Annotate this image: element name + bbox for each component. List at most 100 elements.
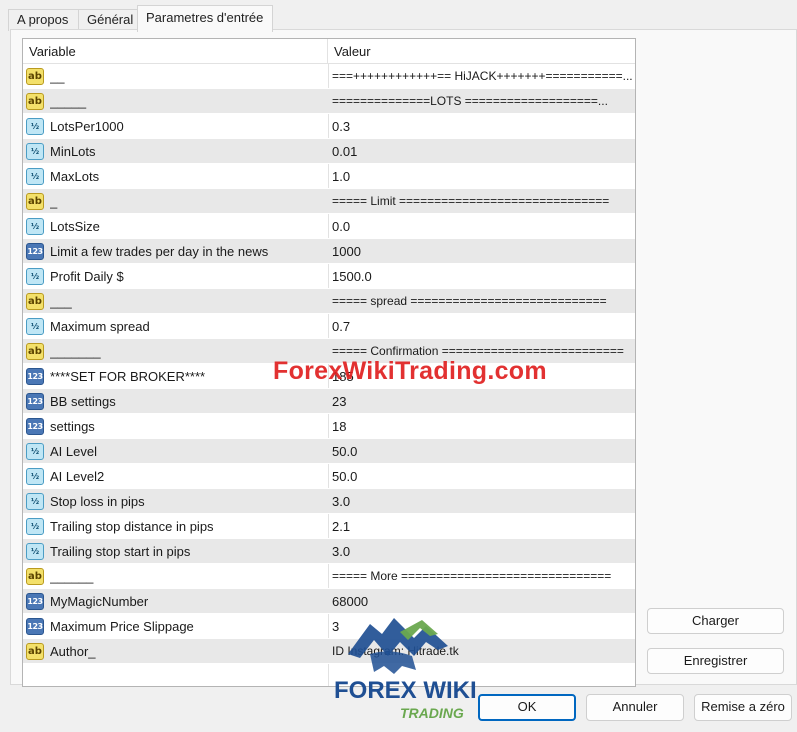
double-type-icon: ½ [26, 268, 44, 285]
parameter-name: Maximum spread [50, 319, 150, 334]
ok-button[interactable]: OK [478, 694, 576, 721]
parameter-value[interactable]: 0.01 [332, 139, 632, 164]
table-row[interactable]: 123 MyMagicNumber 68000 [23, 589, 635, 614]
integer-type-icon: 123 [26, 593, 44, 610]
parameter-name: Trailing stop distance in pips [50, 519, 214, 534]
table-row[interactable]: ½ MaxLots 1.0 [23, 164, 635, 189]
tab-general[interactable]: Général [78, 9, 138, 31]
table-row[interactable]: ½ LotsSize 0.0 [23, 214, 635, 239]
parameter-value[interactable]: 3.0 [332, 489, 632, 514]
parameter-name: _ [50, 194, 58, 209]
parameter-value[interactable]: ===== spread ===========================… [332, 289, 632, 314]
parameter-value[interactable]: 3.0 [332, 539, 632, 564]
string-type-icon: ab [26, 93, 44, 110]
tab-input-parameters[interactable]: Parametres d'entrée [137, 5, 273, 32]
parameter-name: Profit Daily $ [50, 269, 124, 284]
string-type-icon: ab [26, 643, 44, 660]
parameter-value[interactable]: ===++++++++++++== HiJACK+++++++=========… [332, 64, 632, 89]
table-row[interactable]: ½ AI Level 50.0 [23, 439, 635, 464]
double-type-icon: ½ [26, 143, 44, 160]
svg-text:TRADING: TRADING [400, 705, 464, 721]
save-button[interactable]: Enregistrer [647, 648, 784, 674]
parameter-name: Trailing stop start in pips [50, 544, 191, 559]
double-type-icon: ½ [26, 543, 44, 560]
parameter-name: _____ [50, 94, 87, 109]
table-row[interactable]: ½ Maximum spread 0.7 [23, 314, 635, 339]
table-row[interactable]: ½ Stop loss in pips 3.0 [23, 489, 635, 514]
table-row[interactable]: ab ______ ===== More =====================… [23, 564, 635, 589]
parameter-value[interactable]: ===== Limit ============================… [332, 189, 632, 214]
parameter-value[interactable]: 1000 [332, 239, 632, 264]
table-row[interactable]: ½ MinLots 0.01 [23, 139, 635, 164]
parameter-value[interactable]: ==============LOTS ===================..… [332, 89, 632, 114]
double-type-icon: ½ [26, 518, 44, 535]
table-row[interactable]: 123 settings 18 [23, 414, 635, 439]
grid-header: Variable Valeur [23, 39, 635, 64]
table-row[interactable]: ½ Trailing stop start in pips 3.0 [23, 539, 635, 564]
double-type-icon: ½ [26, 443, 44, 460]
integer-type-icon: 123 [26, 243, 44, 260]
string-type-icon: ab [26, 193, 44, 210]
parameter-name: BB settings [50, 394, 116, 409]
table-row[interactable]: ab Author_ ID Instagram: Hitrade.tk [23, 639, 635, 664]
parameter-name: settings [50, 419, 95, 434]
integer-type-icon: 123 [26, 418, 44, 435]
parameter-value[interactable]: 1500.0 [332, 264, 632, 289]
parameter-name: MinLots [50, 144, 96, 159]
parameter-value[interactable]: 0.3 [332, 114, 632, 139]
table-row[interactable]: 123 Limit a few trades per day in the new… [23, 239, 635, 264]
parameter-name: MyMagicNumber [50, 594, 149, 609]
load-button[interactable]: Charger [647, 608, 784, 634]
integer-type-icon: 123 [26, 618, 44, 635]
parameter-name: LotsSize [50, 219, 100, 234]
parameter-name: AI Level2 [50, 469, 105, 484]
double-type-icon: ½ [26, 468, 44, 485]
parameter-value[interactable]: 68000 [332, 589, 632, 614]
string-type-icon: ab [26, 343, 44, 360]
column-header-variable[interactable]: Variable [23, 39, 328, 64]
parameter-value[interactable]: 23 [332, 389, 632, 414]
double-type-icon: ½ [26, 118, 44, 135]
double-type-icon: ½ [26, 493, 44, 510]
string-type-icon: ab [26, 68, 44, 85]
parameter-value[interactable]: 2.1 [332, 514, 632, 539]
parameter-value[interactable]: ===== More =============================… [332, 564, 632, 589]
parameter-value[interactable]: 18 [332, 414, 632, 439]
parameter-name: Stop loss in pips [50, 494, 145, 509]
parameter-name: ___ [50, 294, 72, 309]
parameter-name: Author_ [50, 644, 96, 659]
parameter-value[interactable]: 0.0 [332, 214, 632, 239]
cancel-button[interactable]: Annuler [586, 694, 684, 721]
parameter-name: ______ [50, 569, 94, 584]
integer-type-icon: 123 [26, 393, 44, 410]
bull-bear-logo-icon: FOREX WIKI TRADING [334, 618, 477, 721]
parameter-name: Limit a few trades per day in the news [50, 244, 269, 259]
parameter-name: LotsPer1000 [50, 119, 124, 134]
parameter-value[interactable]: 50.0 [332, 464, 632, 489]
parameter-name: MaxLots [50, 169, 100, 184]
table-row[interactable]: ½ LotsPer1000 0.3 [23, 114, 635, 139]
table-row[interactable]: ab ___ ===== spread ======================… [23, 289, 635, 314]
table-row[interactable]: ab _ ===== Limit =========================… [23, 189, 635, 214]
column-header-value[interactable]: Valeur [328, 39, 634, 64]
parameter-value[interactable]: 0.7 [332, 314, 632, 339]
parameter-name: Maximum Price Slippage [50, 619, 194, 634]
parameter-value[interactable]: 1.0 [332, 164, 632, 189]
forex-wiki-logo: FOREX WIKI TRADING [330, 612, 490, 722]
tab-about[interactable]: A propos [8, 9, 79, 31]
double-type-icon: ½ [26, 168, 44, 185]
parameter-value[interactable]: 50.0 [332, 439, 632, 464]
reset-button[interactable]: Remise a zéro [694, 694, 792, 721]
table-row[interactable]: ab __ ===++++++++++++== HiJACK+++++++=====… [23, 64, 635, 89]
double-type-icon: ½ [26, 318, 44, 335]
integer-type-icon: 123 [26, 368, 44, 385]
svg-text:FOREX WIKI: FOREX WIKI [334, 677, 477, 704]
table-row[interactable]: ab _____ ==============LOTS ==============… [23, 89, 635, 114]
table-row[interactable]: 123 Maximum Price Slippage 3 [23, 614, 635, 639]
table-row[interactable]: 123 BB settings 23 [23, 389, 635, 414]
double-type-icon: ½ [26, 218, 44, 235]
string-type-icon: ab [26, 293, 44, 310]
table-row[interactable]: ½ Profit Daily $ 1500.0 [23, 264, 635, 289]
table-row[interactable]: ½ AI Level2 50.0 [23, 464, 635, 489]
table-row[interactable]: ½ Trailing stop distance in pips 2.1 [23, 514, 635, 539]
